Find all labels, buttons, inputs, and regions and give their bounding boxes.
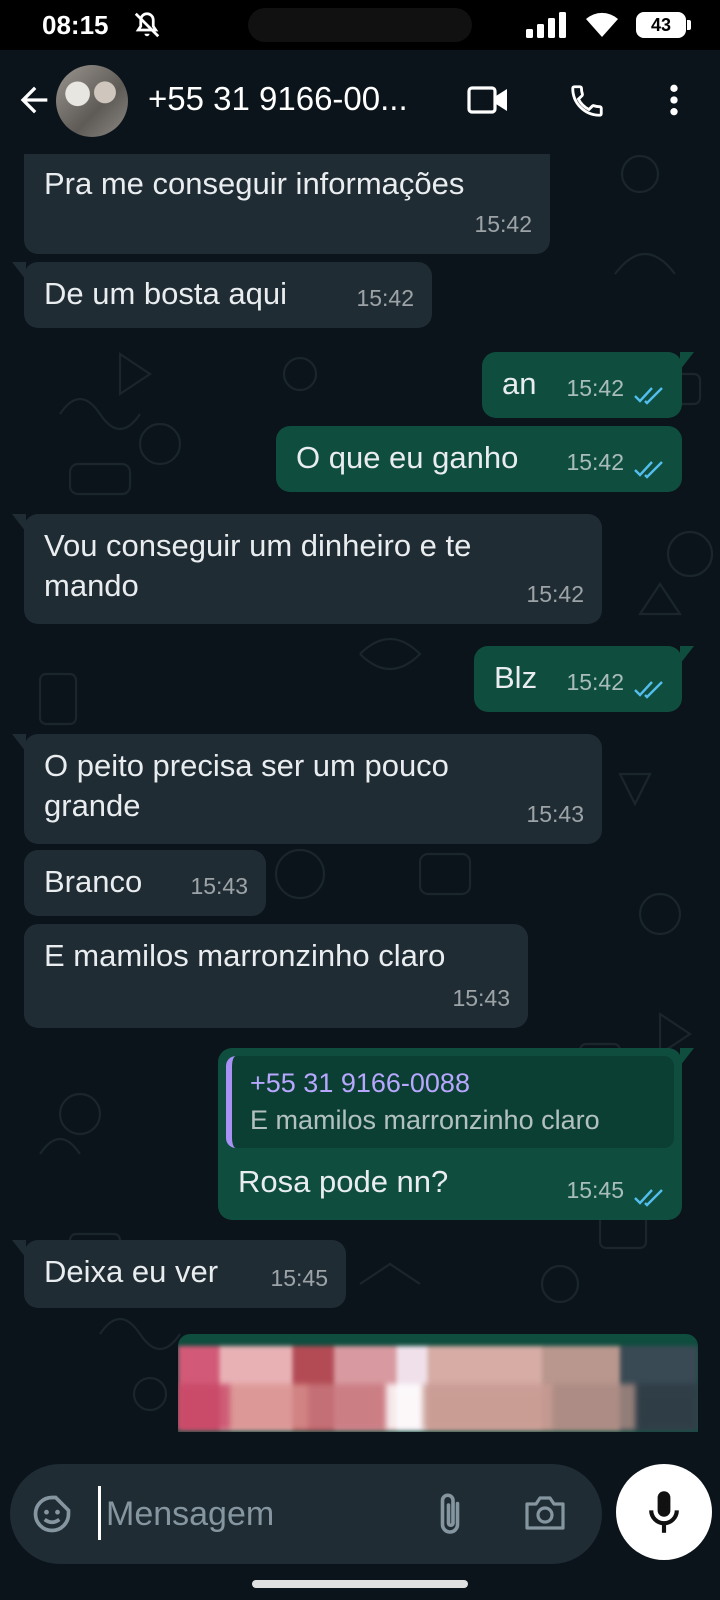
video-call-icon[interactable] [466,82,510,118]
message-bubble-incoming[interactable]: E mamilos marronzinho claro 15:43 [24,924,528,1028]
message-time: 15:43 [190,873,248,899]
message-text: De um bosta aqui [44,276,287,311]
message-text: O que eu ganho [296,440,519,475]
message-time: 15:42 [356,285,414,311]
message-time: 15:42 [474,211,532,237]
read-ticks-icon [634,1189,663,1207]
message-time: 15:42 [566,375,624,401]
message-bubble-incoming[interactable]: O peito precisa ser um pouco grande 15:4… [12,734,602,844]
message-text: Blz [494,660,538,695]
message-bubble-incoming[interactable]: Pra me conseguir informações 15:42 [24,154,550,254]
read-ticks-icon [634,681,663,699]
composer-bar [0,1432,720,1600]
read-ticks-icon [634,387,663,405]
camera-notch [248,8,472,42]
message-composer[interactable] [10,1464,602,1564]
bell-off-icon [134,12,160,38]
message-input[interactable] [106,1486,406,1542]
status-time: 08:15 [42,10,109,40]
chat-area[interactable]: Pra me conseguir informações 15:42 De um… [0,154,720,1432]
quoted-text: E mamilos marronzinho claro [250,1105,600,1135]
message-time: 15:42 [526,581,584,607]
message-time: 15:42 [566,669,624,695]
battery-indicator: 43 [636,12,691,38]
home-indicator[interactable] [252,1580,468,1588]
chat-header: +55 31 9166-00... [0,50,720,154]
message-text: Branco [44,864,143,899]
status-bar: 08:15 43 [0,0,720,50]
message-bubble-outgoing[interactable]: O que eu ganho 15:42 [276,426,682,492]
wifi-icon [586,12,618,37]
message-bubble-outgoing[interactable]: Blz 15:42 [474,646,694,712]
message-text: E mamilos marronzinho claro [44,938,446,973]
signal-icon [526,12,566,38]
phone-icon[interactable] [568,82,606,120]
mic-icon [649,1491,679,1533]
message-bubble-outgoing-reply[interactable]: +55 31 9166-0088 E mamilos marronzinho c… [218,1048,694,1220]
message-text: an [502,366,537,401]
message-time: 15:43 [526,801,584,827]
avatar[interactable] [56,65,128,137]
message-time: 15:42 [566,449,624,475]
message-time: 15:45 [270,1265,328,1291]
message-time: 15:45 [566,1177,624,1203]
message-time: 15:43 [452,985,510,1011]
message-text: Deixa eu ver [44,1254,219,1289]
message-bubble-incoming[interactable]: Vou conseguir um dinheiro e te mando 15:… [12,514,602,624]
voice-record-button[interactable] [616,1464,712,1560]
more-options-icon[interactable] [654,80,694,120]
text-cursor [98,1486,101,1540]
image-message-blurred[interactable] [178,1334,698,1432]
message-text: Rosa pode nn? [238,1164,449,1199]
camera-icon[interactable] [522,1492,568,1534]
message-text: Vou conseguir um dinheiro e te mando [44,528,472,603]
quoted-author: +55 31 9166-0088 [250,1068,470,1098]
message-bubble-incoming[interactable]: De um bosta aqui 15:42 [12,262,432,328]
message-bubble-incoming[interactable]: Branco 15:43 [24,850,266,916]
quoted-message[interactable]: +55 31 9166-0088 E mamilos marronzinho c… [226,1056,674,1148]
back-arrow-icon[interactable] [14,80,54,120]
read-ticks-icon [634,461,663,479]
sticker-icon[interactable] [30,1492,74,1536]
message-bubble-incoming[interactable]: Deixa eu ver 15:45 [12,1240,346,1308]
attach-icon[interactable] [432,1490,468,1538]
blurred-image-overlay [178,1384,698,1430]
contact-name[interactable]: +55 31 9166-00... [148,80,438,118]
message-bubble-outgoing[interactable]: an 15:42 [482,352,694,418]
message-text: Pra me conseguir informações [44,166,465,201]
message-text: O peito precisa ser um pouco grande [44,748,449,823]
